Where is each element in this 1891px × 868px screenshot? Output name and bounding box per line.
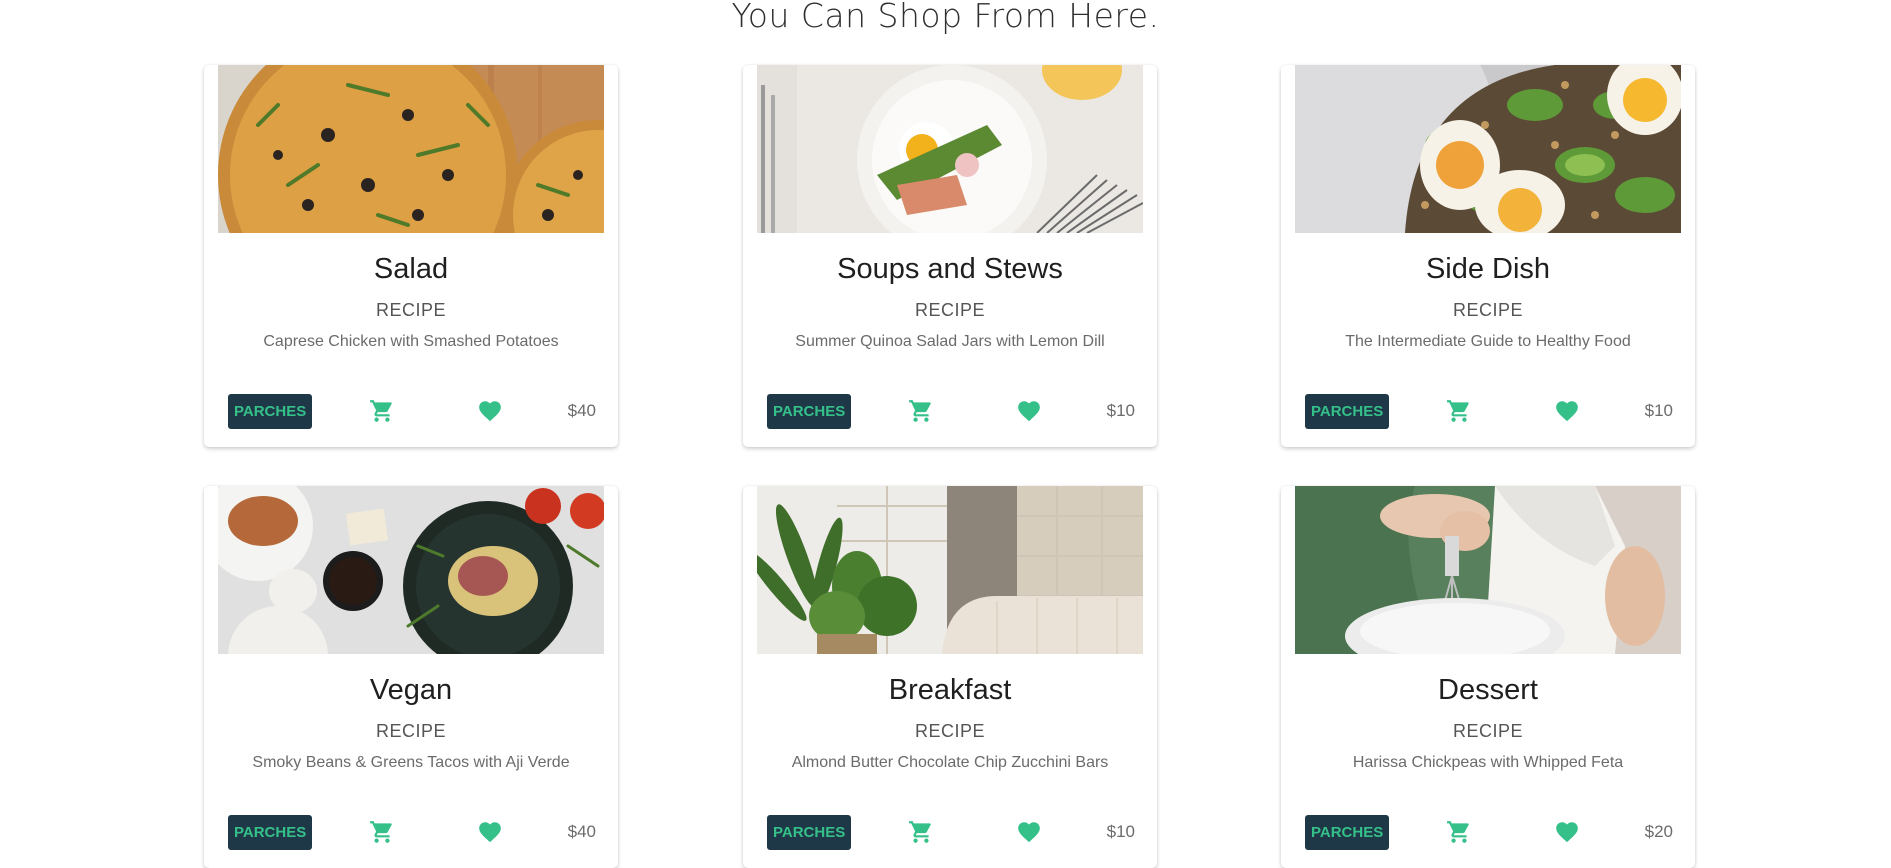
card-title: Breakfast xyxy=(888,674,1012,706)
purchase-button[interactable]: PARCHES xyxy=(767,815,852,850)
card-image-pizza xyxy=(218,65,604,233)
price-label: $10 xyxy=(1644,401,1673,420)
card-type-label: RECIPE xyxy=(1452,721,1524,741)
card-type-label: RECIPE xyxy=(375,300,447,320)
heart-icon[interactable] xyxy=(1552,396,1582,426)
card-title: Soups and Stews xyxy=(837,253,1063,285)
price-label: $20 xyxy=(1644,822,1673,841)
card-description: Harissa Chickpeas with Whipped Feta xyxy=(1352,754,1624,771)
card-image-egg-plate xyxy=(757,65,1143,233)
heart-icon[interactable] xyxy=(1014,817,1044,847)
heart-icon[interactable] xyxy=(475,396,505,426)
shopping-cart-icon[interactable] xyxy=(906,817,936,847)
product-card: Soups and Stews RECIPE Summer Quinoa Sal… xyxy=(743,65,1157,447)
card-description: Caprese Chicken with Smashed Potatoes xyxy=(263,333,559,350)
purchase-button[interactable]: PARCHES xyxy=(228,815,313,850)
shopping-cart-icon[interactable] xyxy=(367,817,397,847)
card-type-label: RECIPE xyxy=(914,721,986,741)
purchase-button[interactable]: PARCHES xyxy=(767,394,852,429)
heart-icon[interactable] xyxy=(1552,817,1582,847)
price-label: $10 xyxy=(1106,822,1135,841)
heart-icon[interactable] xyxy=(475,817,505,847)
purchase-button[interactable]: PARCHES xyxy=(1305,394,1390,429)
price-label: $40 xyxy=(567,401,596,420)
product-card: Salad RECIPE Caprese Chicken with Smashe… xyxy=(204,65,618,447)
shopping-cart-icon[interactable] xyxy=(1444,817,1474,847)
card-title: Dessert xyxy=(1438,674,1538,706)
card-description: The Intermediate Guide to Healthy Food xyxy=(1345,333,1631,350)
card-title: Vegan xyxy=(369,674,453,706)
price-label: $40 xyxy=(567,822,596,841)
shopping-cart-icon[interactable] xyxy=(1444,396,1474,426)
card-description: Almond Butter Chocolate Chip Zucchini Ba… xyxy=(791,754,1109,771)
product-card: Side Dish RECIPE The Intermediate Guide … xyxy=(1281,65,1695,447)
product-card: Dessert RECIPE Harissa Chickpeas with Wh… xyxy=(1281,486,1695,868)
product-card: Breakfast RECIPE Almond Butter Chocolate… xyxy=(743,486,1157,868)
card-type-label: RECIPE xyxy=(1452,300,1524,320)
heart-icon[interactable] xyxy=(1014,396,1044,426)
card-image-dinner-table xyxy=(218,486,604,654)
price-label: $10 xyxy=(1106,401,1135,420)
card-image-whisking-bowl xyxy=(1295,486,1681,654)
card-title: Side Dish xyxy=(1425,253,1551,285)
shopping-cart-icon[interactable] xyxy=(367,396,397,426)
product-card: Vegan RECIPE Smoky Beans & Greens Tacos … xyxy=(204,486,618,868)
product-grid: Salad RECIPE Caprese Chicken with Smashe… xyxy=(0,0,1891,868)
card-type-label: RECIPE xyxy=(375,721,447,741)
card-title: Salad xyxy=(373,253,449,285)
purchase-button[interactable]: PARCHES xyxy=(228,394,313,429)
card-description: Smoky Beans & Greens Tacos with Aji Verd… xyxy=(252,754,570,771)
shopping-cart-icon[interactable] xyxy=(906,396,936,426)
card-image-living-room-plants xyxy=(757,486,1143,654)
card-image-avocado-egg-toast xyxy=(1295,65,1681,233)
card-type-label: RECIPE xyxy=(914,300,986,320)
purchase-button[interactable]: PARCHES xyxy=(1305,815,1390,850)
card-description: Summer Quinoa Salad Jars with Lemon Dill xyxy=(795,333,1105,350)
